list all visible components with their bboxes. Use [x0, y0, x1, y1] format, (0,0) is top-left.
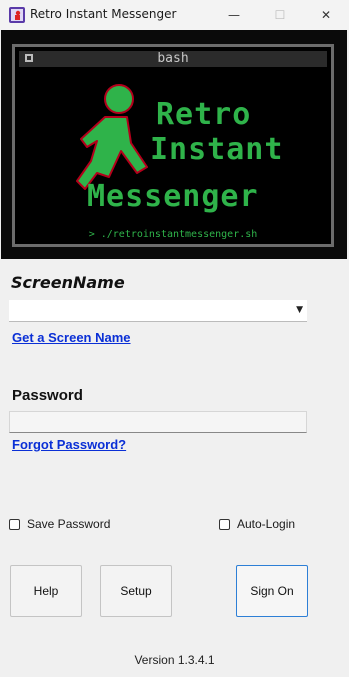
auto-login-label: Auto-Login: [237, 517, 296, 531]
close-button[interactable]: ✕: [303, 0, 349, 30]
logo-word-instant: Instant: [150, 132, 284, 167]
password-label: Password: [12, 387, 83, 404]
setup-button[interactable]: Setup: [100, 565, 172, 617]
title-bar: Retro Instant Messenger — ☐ ✕: [0, 0, 349, 30]
version-label: Version 1.3.4.1: [134, 653, 215, 667]
chevron-down-icon[interactable]: ▼: [296, 305, 303, 315]
terminal-command: > ./retroinstantmessenger.sh: [88, 229, 258, 240]
save-password-box[interactable]: [9, 518, 20, 530]
terminal-title-bar: bash: [19, 51, 327, 67]
maximize-button[interactable]: ☐: [257, 0, 303, 30]
auto-login-checkbox[interactable]: Auto-Login: [219, 517, 295, 531]
save-password-label: Save Password: [27, 517, 111, 531]
sign-on-button[interactable]: Sign On: [236, 565, 308, 617]
screenname-label: ScreenName: [11, 273, 125, 292]
forgot-password-link[interactable]: Forgot Password?: [12, 437, 126, 452]
auto-login-box[interactable]: [219, 518, 230, 530]
screenname-combobox[interactable]: ▼: [9, 300, 307, 322]
help-button[interactable]: Help: [10, 565, 82, 617]
banner: bash Retro Instant Messenger > ./retroin…: [1, 30, 347, 259]
password-field[interactable]: [9, 411, 307, 433]
terminal-window: bash Retro Instant Messenger > ./retroin…: [12, 44, 334, 247]
window-title: Retro Instant Messenger: [30, 7, 177, 21]
logo-word-messenger: Messenger: [87, 179, 259, 214]
app-logo-icon: [9, 7, 25, 23]
save-password-checkbox[interactable]: Save Password: [9, 517, 110, 531]
minimize-button[interactable]: —: [211, 0, 257, 30]
logo-word-retro: Retro: [156, 97, 252, 132]
terminal-title: bash: [157, 51, 189, 66]
get-screen-name-link[interactable]: Get a Screen Name: [12, 330, 131, 345]
